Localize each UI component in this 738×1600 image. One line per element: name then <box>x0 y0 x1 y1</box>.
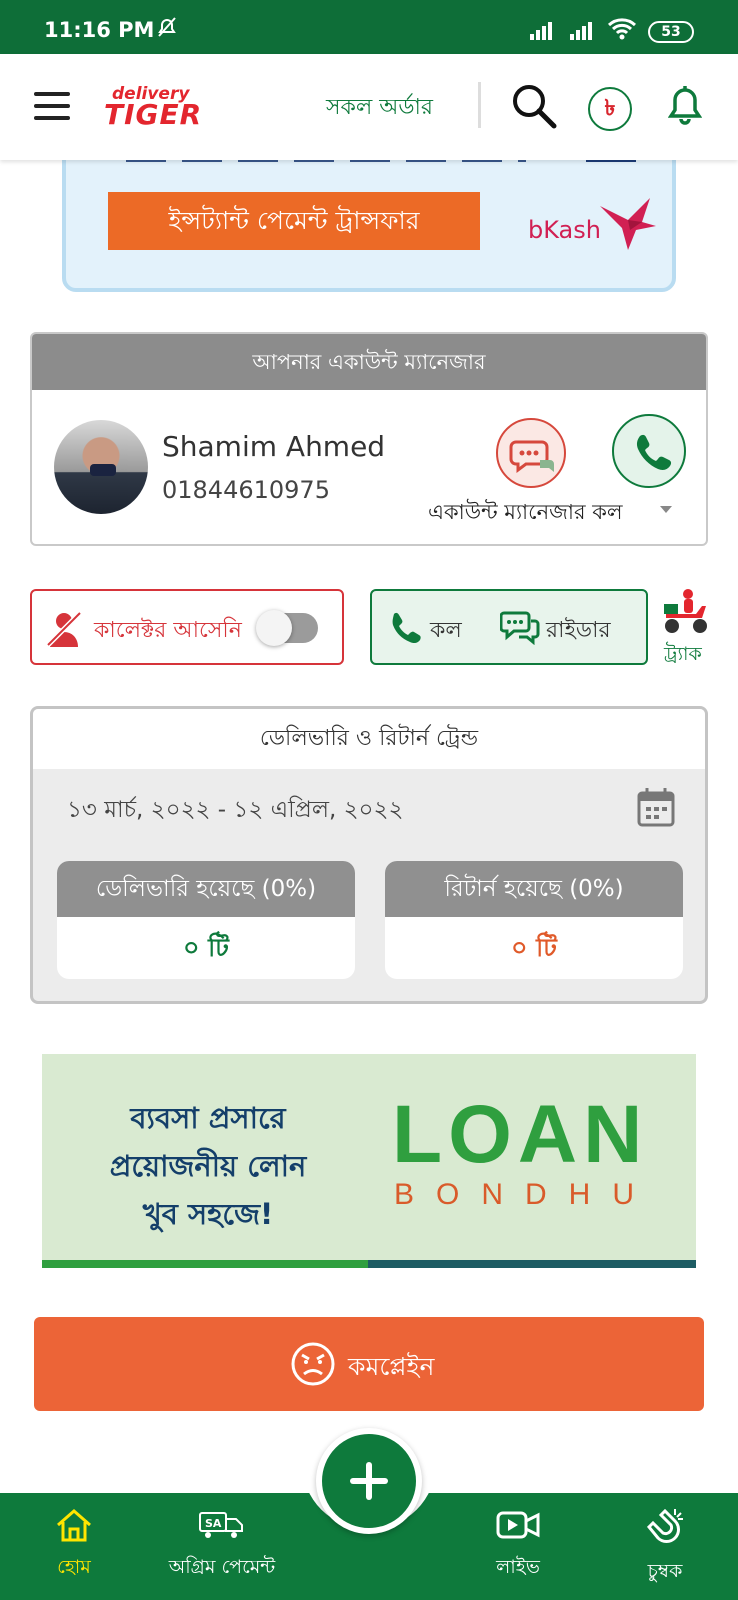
angry-face-icon <box>290 1341 336 1391</box>
track-rider-button[interactable]: ট্র্যাক <box>660 588 712 666</box>
account-manager-card: আপনার একাউন্ট ম্যানেজার Shamim Ahmed 018… <box>30 332 708 546</box>
svg-text:SA: SA <box>205 1517 222 1530</box>
menu-icon[interactable] <box>34 92 72 120</box>
nav-magnet[interactable]: চুম্বক <box>638 1507 692 1589</box>
header-divider <box>478 82 481 128</box>
delivery-return-trend-card: ডেলিভারি ও রিটার্ন ট্রেন্ড ১৩ মার্চ, ২০২… <box>30 706 708 1004</box>
all-orders-link[interactable]: সকল অর্ডার <box>326 90 433 127</box>
loan-bar-green <box>42 1260 368 1268</box>
magnet-icon <box>646 1508 683 1543</box>
delivered-label: ডেলিভারি হয়েছে (0%) <box>57 861 355 917</box>
rider-label[interactable]: রাইডার <box>546 613 611 650</box>
loan-bondhu-banner[interactable]: ব্যবসা প্রসারে প্রয়োজনীয় লোন খুব সহজে!… <box>42 1054 696 1268</box>
delivered-stat[interactable]: ডেলিভারি হয়েছে (0%) ০ টি <box>57 861 355 979</box>
delivery-tiger-logo: delivery TIGER <box>102 84 222 134</box>
phone-icon[interactable] <box>388 611 422 649</box>
scooter-icon <box>660 589 710 640</box>
calendar-icon[interactable] <box>637 787 675 831</box>
rider-call-label[interactable]: কল <box>430 613 462 650</box>
collector-toggle[interactable] <box>256 610 318 646</box>
status-bar: 11:16 PM 53 <box>0 0 738 54</box>
logo-big-text: TIGER <box>104 98 203 131</box>
collector-not-arrived-card: কালেক্টর আসেনি <box>30 589 344 665</box>
nav-home[interactable]: হোম <box>46 1507 102 1585</box>
chat-icon[interactable] <box>499 609 540 649</box>
video-icon <box>496 1511 540 1539</box>
account-manager-name: Shamim Ahmed <box>162 430 386 463</box>
complain-label: কমপ্লেইন <box>348 1352 435 1381</box>
call-button[interactable] <box>612 414 686 488</box>
mute-icon <box>156 16 178 42</box>
loan-tagline-line3: খুব সহজে! <box>142 1197 274 1231</box>
track-label[interactable]: ট্র্যাক <box>664 640 702 672</box>
nav-advance-payment[interactable]: SA অগ্রিম পেমেন্ট <box>160 1507 284 1585</box>
loan-brand-sub: BONDHU <box>394 1178 657 1211</box>
toggle-knob <box>256 610 292 646</box>
trend-date-range[interactable]: ১৩ মার্চ, ২০২২ - ১২ এপ্রিল, ২০২২ <box>67 791 403 830</box>
battery-icon: 53 <box>648 21 694 43</box>
loan-bar-teal <box>368 1260 696 1268</box>
nav-live-label: লাইভ <box>496 1556 540 1578</box>
returned-value: ০ টি <box>511 933 557 962</box>
bkash-brand: bKash <box>528 216 601 244</box>
home-icon <box>57 1509 91 1542</box>
chat-button[interactable] <box>496 418 566 488</box>
account-manager-call-caption[interactable]: একাউন্ট ম্যানেজার কল <box>428 496 623 531</box>
loan-tagline-line1: ব্যবসা প্রসারে <box>130 1101 286 1135</box>
loan-tagline: ব্যবসা প্রসারে প্রয়োজনীয় লোন খুব সহজে! <box>98 1094 318 1238</box>
signal-icon <box>570 20 598 44</box>
chevron-down-icon[interactable] <box>660 506 672 513</box>
trend-title: ডেলিভারি ও রিটার্ন ট্রেন্ড <box>33 709 705 769</box>
nav-magnet-label: চুম্বক <box>647 1560 683 1582</box>
bell-icon[interactable] <box>667 86 703 130</box>
instant-payment-cta: ইন্সট্যান্ট পেমেন্ট ট্রান্সফার <box>108 192 480 250</box>
nav-advance-payment-label: অগ্রিম পেমেন্ট <box>168 1556 276 1578</box>
app-header: delivery TIGER সকল অর্ডার ৳ <box>0 54 738 160</box>
complain-button[interactable]: কমপ্লেইন <box>34 1317 704 1411</box>
delivered-value: ০ টি <box>183 933 229 962</box>
advance-payment-icon: SA <box>199 1512 243 1538</box>
returned-stat[interactable]: রিটার্ন হয়েছে (0%) ০ টি <box>385 861 683 979</box>
nav-live[interactable]: লাইভ <box>488 1507 548 1585</box>
collector-off-icon <box>44 609 84 653</box>
add-order-button[interactable] <box>316 1428 422 1534</box>
nav-home-label: হোম <box>57 1556 91 1578</box>
rider-contact-card: কল রাইডার <box>370 589 648 665</box>
account-manager-title: আপনার একাউন্ট ম্যানেজার <box>32 334 706 390</box>
loan-tagline-line2: প্রয়োজনীয় লোন <box>109 1149 307 1183</box>
phone-icon <box>636 434 672 470</box>
loan-brand-main: LOAN <box>392 1089 649 1180</box>
bkash-bird-icon <box>598 196 658 256</box>
account-manager-phone: 01844610975 <box>162 476 330 504</box>
returned-label: রিটার্ন হয়েছে (0%) <box>385 861 683 917</box>
taka-icon[interactable]: ৳ <box>588 87 632 131</box>
signal-icon <box>530 20 558 44</box>
chat-icon <box>509 440 554 473</box>
status-time: 11:16 PM <box>44 18 155 42</box>
search-icon[interactable] <box>510 82 558 134</box>
promo-banner[interactable]: ইন্সট্যান্ট পেমেন্ট ট্রান্সফার bKash <box>62 140 676 292</box>
collector-label: কালেক্টর আসেনি <box>94 618 242 643</box>
wifi-icon <box>607 17 637 45</box>
avatar <box>54 420 148 514</box>
